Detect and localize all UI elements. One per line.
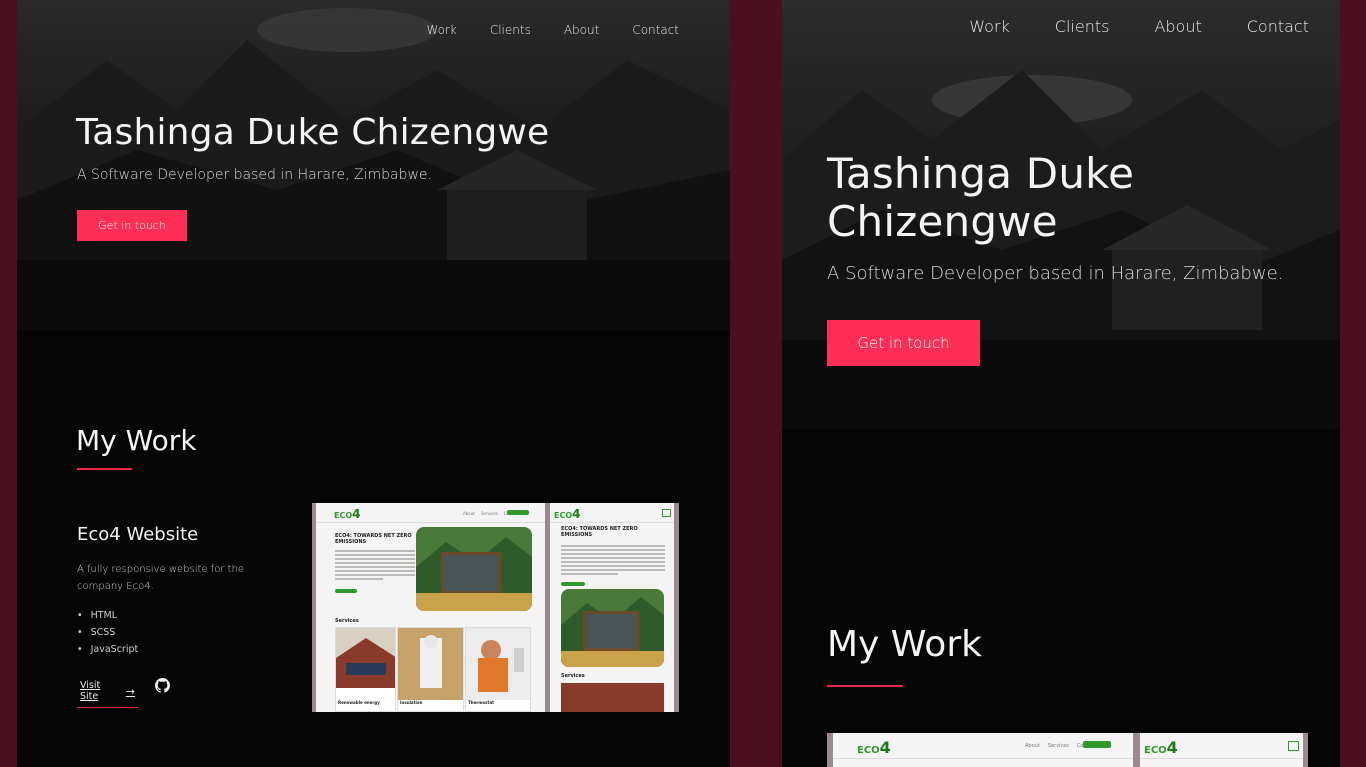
mockup-card-label: Thermostat [468, 700, 495, 705]
nav-contact-link[interactable]: Contact [1247, 17, 1309, 36]
get-in-touch-button[interactable]: Get in touch [77, 210, 187, 241]
nav-clients-link[interactable]: Clients [490, 23, 531, 37]
mockup-cta [335, 589, 357, 593]
mockup-signup-button [1083, 741, 1111, 748]
mockup-card-label: Renewable energy [338, 700, 380, 705]
mockup-nav-item: About [463, 511, 475, 516]
mockup-mobile: ECO4 [1140, 733, 1303, 767]
mockup-card: Renewable energy [335, 627, 396, 712]
mockup-nav-item: Services [480, 511, 498, 516]
mockup-heading: ECO4: TOWARDS NET ZERO EMISSIONS [561, 526, 638, 538]
project-screenshot: ECO4 About Services Contact ECO4 [827, 733, 1308, 767]
nav-contact-link[interactable]: Contact [632, 23, 679, 37]
eco4-logo: ECO4 [554, 507, 581, 521]
tech-item: HTML [77, 607, 138, 624]
logo-prefix: ECO [857, 745, 880, 756]
logo-prefix: ECO [334, 511, 353, 520]
visit-site-link[interactable]: Visit Site → [77, 678, 138, 708]
mockup-mobile: ECO4 ECO4: TOWARDS NET ZERO EMISSIONS Se… [550, 503, 674, 712]
arrow-right-icon: → [125, 684, 135, 698]
hero-subtitle: A Software Developer based in Harare, Zi… [827, 263, 1284, 284]
hero-title: Tashinga Duke Chizengwe [76, 112, 550, 153]
nav-work-link[interactable]: Work [426, 23, 456, 37]
mockup-card-label: Insulation [400, 700, 423, 705]
section-underline [827, 685, 903, 687]
tech-item: SCSS [77, 624, 138, 641]
mockup-text-lines [335, 550, 415, 582]
my-work-heading: My Work [76, 424, 197, 457]
tech-list: HTML SCSS JavaScript [77, 607, 139, 658]
logo-prefix: ECO [1144, 745, 1167, 756]
desktop-view-panel: Work Clients About Contact Tashinga Duke… [17, 0, 730, 767]
get-in-touch-button[interactable]: Get in touch [827, 320, 980, 366]
hamburger-icon [662, 509, 671, 517]
mockup-hero-image [561, 589, 664, 667]
mobile-view-panel: Work Clients About Contact Tashinga Duke… [782, 0, 1340, 767]
tech-item: JavaScript [77, 641, 139, 658]
mockup-nav-item: Services [1047, 743, 1069, 749]
hamburger-icon [1288, 741, 1299, 751]
mockup-services-label: Services [335, 618, 359, 624]
my-work-heading: My Work [827, 624, 982, 665]
hero-title: Tashinga Duke Chizengwe [827, 149, 1135, 246]
mockup-hero-image [416, 527, 532, 611]
mockup-card: Thermostat [465, 627, 531, 712]
mockup-services-label: Services [561, 673, 585, 679]
eco4-logo: ECO4 [857, 738, 891, 757]
visit-site-label: Visit Site [80, 680, 101, 702]
mockup-card [561, 683, 664, 712]
hero-subtitle: A Software Developer based in Harare, Zi… [77, 167, 432, 183]
hero-background-image [17, 0, 730, 330]
project-description: A fully responsive website for the compa… [77, 564, 245, 592]
project-title: Eco4 Website [77, 524, 199, 545]
mockup-text-lines [561, 545, 665, 577]
eco4-logo: ECO4 [334, 507, 361, 521]
logo-digit: 4 [352, 507, 361, 521]
logo-digit: 4 [879, 738, 891, 757]
project-screenshot: ECO4 About Services Contact ECO4: TOWARD… [312, 503, 679, 712]
nav-about-link[interactable]: About [1154, 17, 1201, 36]
logo-prefix: ECO [554, 511, 573, 520]
mockup-signup-button [507, 510, 529, 515]
logo-digit: 4 [572, 507, 581, 521]
mockup-desktop: ECO4 About Services Contact ECO4: TOWARD… [316, 503, 545, 712]
nav-about-link[interactable]: About [564, 23, 599, 37]
mockup-heading: ECO4: TOWARDS NET ZERO EMISSIONS [335, 533, 412, 545]
github-icon[interactable] [155, 678, 170, 693]
mockup-desktop: ECO4 About Services Contact [833, 733, 1133, 767]
mockup-cta [561, 582, 585, 586]
nav-work-link[interactable]: Work [969, 17, 1010, 36]
logo-digit: 4 [1166, 738, 1178, 757]
main-nav: Work Clients About Contact [924, 17, 1309, 36]
mockup-card: Insulation [397, 627, 464, 712]
eco4-logo: ECO4 [1144, 738, 1178, 757]
main-nav: Work Clients About Contact [393, 23, 679, 37]
section-underline [77, 468, 132, 470]
nav-clients-link[interactable]: Clients [1055, 17, 1110, 36]
mockup-nav-item: About [1025, 743, 1040, 749]
